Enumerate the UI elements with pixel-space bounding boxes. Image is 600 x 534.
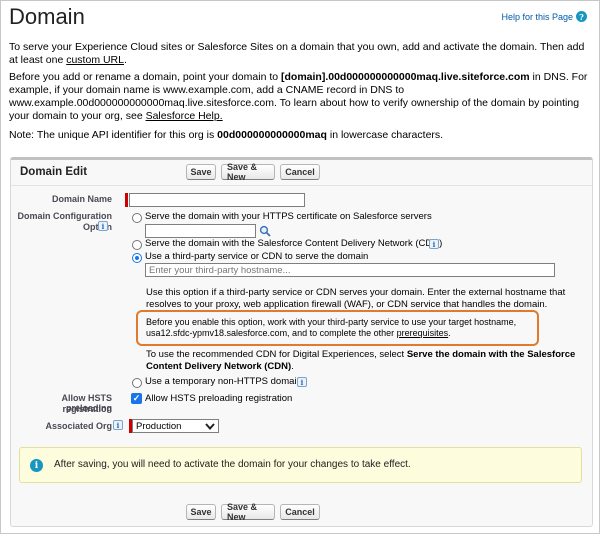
option-temporary-label: Use a temporary non-HTTPS domain bbox=[145, 376, 302, 387]
note-text: Note: The unique API identifier for this… bbox=[9, 129, 218, 141]
radio-third-party[interactable] bbox=[132, 253, 142, 263]
domain-name-input[interactable] bbox=[129, 193, 305, 207]
info-icon[interactable]: i bbox=[98, 221, 108, 231]
question-circle-icon: ? bbox=[576, 11, 587, 22]
target-hostname-text: Before you enable this option, work with… bbox=[146, 317, 517, 338]
target-hostname-note: Before you enable this option, work with… bbox=[146, 317, 531, 339]
associated-org-label: Associated Org bbox=[45, 421, 112, 431]
panel-header: Domain Edit Save Save & New Cancel bbox=[11, 160, 592, 186]
panel-title: Domain Edit bbox=[20, 166, 88, 178]
option-third-party-label: Use a third-party service or CDN to serv… bbox=[145, 251, 369, 262]
cancel-button-top[interactable]: Cancel bbox=[280, 164, 320, 180]
hsts-checkbox-label: Allow HSTS preloading registration bbox=[145, 393, 293, 404]
associated-org-value: Production bbox=[136, 420, 182, 432]
help-link[interactable]: Help for this Page ? bbox=[501, 11, 587, 22]
note-text-end: in lowercase characters. bbox=[326, 129, 444, 141]
radio-https[interactable] bbox=[132, 213, 142, 223]
info-icon[interactable]: i bbox=[113, 420, 123, 430]
hsts-label-2: registration bbox=[62, 404, 112, 414]
hsts-checkbox[interactable]: ✓ bbox=[131, 393, 142, 404]
save-new-button-top[interactable]: Save & New bbox=[221, 162, 275, 182]
page-frame: Domain Help for this Page ? To serve you… bbox=[0, 0, 600, 534]
save-button-bottom[interactable]: Save bbox=[186, 504, 216, 520]
third-party-hostname-input[interactable]: Enter your third-party hostname... bbox=[145, 263, 555, 277]
radio-cdn[interactable] bbox=[132, 240, 142, 250]
target-domain: [domain].00d000000000000maq.live.sitefor… bbox=[281, 71, 530, 83]
config-option-label-1: Domain Configuration bbox=[17, 211, 113, 221]
save-button-top[interactable]: Save bbox=[186, 164, 216, 180]
cdn-tip-end: . bbox=[291, 360, 294, 372]
activation-notice: i After saving, you will need to activat… bbox=[19, 447, 582, 483]
intro-paragraph-2: Before you add or rename a domain, point… bbox=[9, 71, 593, 123]
associated-org-select[interactable]: Production bbox=[132, 419, 219, 433]
save-new-button-bottom[interactable]: Save & New bbox=[221, 502, 275, 522]
intro-paragraph-1: To serve your Experience Cloud sites or … bbox=[9, 41, 593, 67]
org-id-value: 00d000000000000maq bbox=[217, 129, 327, 141]
info-circle-icon: i bbox=[30, 459, 43, 472]
intro-2-text: Before you add or rename a domain, point… bbox=[9, 71, 281, 83]
help-link-label: Help for this Page bbox=[501, 11, 573, 22]
custom-url-link[interactable]: custom URL bbox=[66, 54, 124, 66]
chevron-down-icon bbox=[205, 422, 215, 430]
cancel-button-bottom[interactable]: Cancel bbox=[280, 504, 320, 520]
intro-1-end: . bbox=[123, 54, 127, 66]
cdn-tip-text: To use the recommended CDN for Digital E… bbox=[146, 349, 407, 360]
cdn-recommendation: To use the recommended CDN for Digital E… bbox=[146, 349, 586, 372]
radio-temporary[interactable] bbox=[132, 378, 142, 388]
info-icon[interactable]: i bbox=[429, 239, 439, 249]
magnifier-icon[interactable] bbox=[259, 225, 271, 237]
option-https-label: Serve the domain with your HTTPS certifi… bbox=[145, 211, 432, 222]
required-indicator bbox=[125, 193, 128, 207]
target-hostname-end: . bbox=[448, 328, 451, 338]
option-cdn-label: Serve the domain with the Salesforce Con… bbox=[145, 238, 443, 249]
third-party-help-text: Use this option if a third-party service… bbox=[146, 287, 566, 310]
page-title: Domain bbox=[9, 4, 85, 29]
salesforce-help-link[interactable]: Salesforce Help. bbox=[146, 110, 223, 122]
info-icon[interactable]: i bbox=[297, 377, 307, 387]
domain-name-label: Domain Name bbox=[51, 194, 112, 204]
notice-text: After saving, you will need to activate … bbox=[54, 459, 411, 470]
prerequisites-link[interactable]: prerequisites bbox=[397, 328, 449, 338]
org-id-note: Note: The unique API identifier for this… bbox=[9, 129, 593, 142]
https-cert-input[interactable] bbox=[145, 224, 256, 238]
